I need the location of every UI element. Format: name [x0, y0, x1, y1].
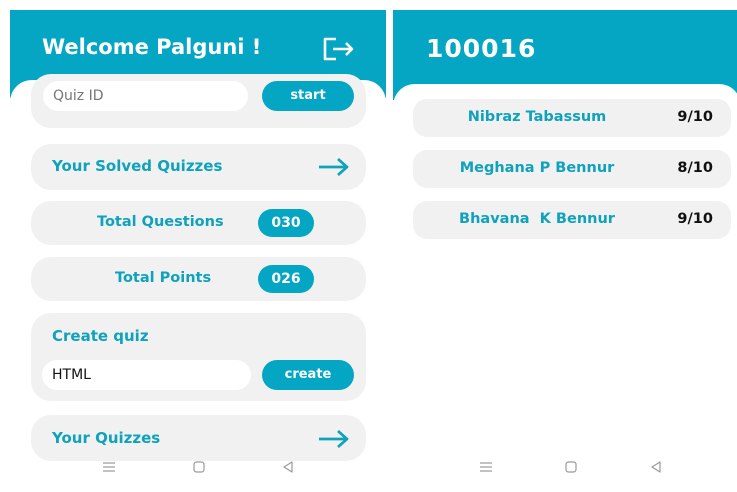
- arrow-right-icon: [319, 429, 349, 449]
- join-quiz-card: start: [31, 74, 366, 128]
- total-questions-card: Total Questions 030: [31, 201, 366, 245]
- quiz-id-input[interactable]: [43, 81, 248, 111]
- create-button[interactable]: create: [262, 360, 354, 390]
- logout-icon[interactable]: [322, 36, 356, 62]
- quiz-id-title: 100016: [426, 34, 537, 63]
- quiz-name-input[interactable]: [42, 360, 251, 390]
- content-panel: start Your Solved Quizzes Total Question…: [10, 74, 386, 486]
- arrow-right-icon: [319, 157, 349, 177]
- total-points-card: Total Points 026: [31, 257, 366, 301]
- back-icon[interactable]: [281, 460, 295, 474]
- welcome-title: Welcome Palguni !: [42, 35, 262, 59]
- total-points-badge: 026: [258, 265, 314, 293]
- home-icon[interactable]: [564, 460, 578, 474]
- result-row: Bhavana K Bennur 9/10: [413, 201, 731, 239]
- participant-name: Nibraz Tabassum: [467, 109, 607, 125]
- menu-icon[interactable]: [479, 460, 493, 474]
- create-quiz-card: Create quiz create: [31, 313, 366, 401]
- participant-score: 8/10: [677, 160, 713, 176]
- content-panel: Nibraz Tabassum 9/10 Meghana P Bennur 8/…: [393, 84, 737, 486]
- home-icon[interactable]: [192, 460, 206, 474]
- participant-score: 9/10: [677, 109, 713, 125]
- start-button[interactable]: start: [262, 81, 354, 111]
- system-nav-bar: [10, 452, 386, 486]
- solved-quizzes-label: Your Solved Quizzes: [52, 157, 223, 175]
- back-icon[interactable]: [649, 460, 663, 474]
- total-questions-label: Total Questions: [97, 214, 224, 230]
- your-quizzes-label: Your Quizzes: [52, 429, 161, 447]
- total-points-label: Total Points: [115, 270, 212, 286]
- quiz-results-screen: 100016 Nibraz Tabassum 9/10 Meghana P Be…: [393, 10, 737, 486]
- create-quiz-heading: Create quiz: [52, 327, 149, 345]
- participant-name: Meghana P Bennur: [459, 160, 615, 176]
- solved-quizzes-card[interactable]: Your Solved Quizzes: [31, 144, 366, 190]
- home-screen: Welcome Palguni ! start Your Solved Quiz…: [10, 10, 386, 486]
- participant-name: Bhavana K Bennur: [459, 211, 615, 227]
- result-row: Meghana P Bennur 8/10: [413, 150, 731, 188]
- system-nav-bar: [393, 452, 737, 486]
- participant-score: 9/10: [677, 211, 713, 227]
- result-row: Nibraz Tabassum 9/10: [413, 99, 731, 137]
- total-questions-badge: 030: [258, 209, 314, 237]
- menu-icon[interactable]: [102, 460, 116, 474]
